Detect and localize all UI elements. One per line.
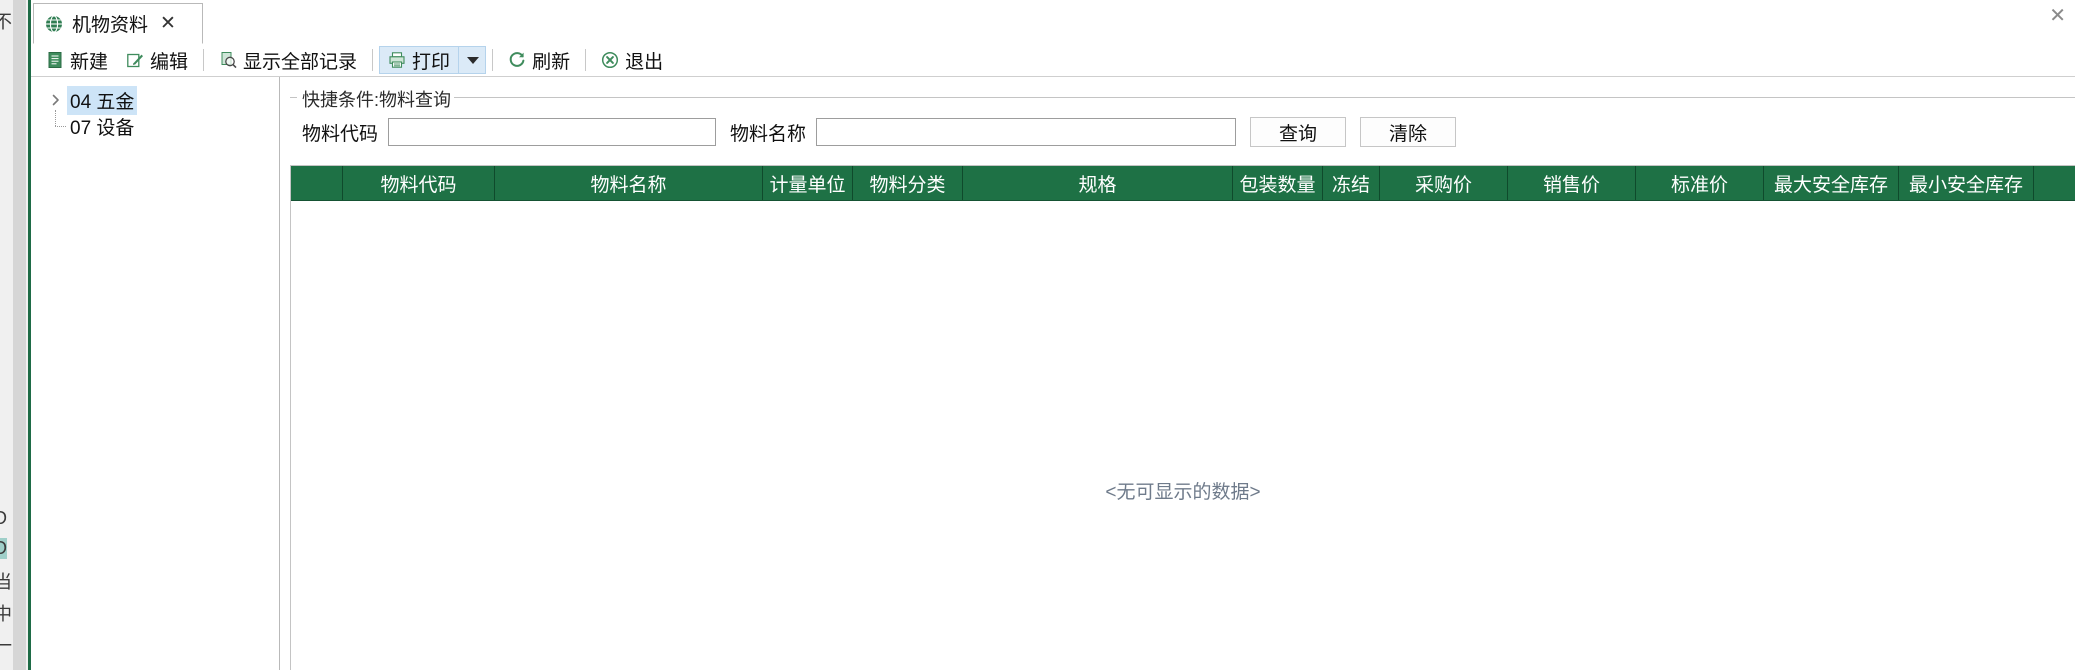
edit-button[interactable]: 编辑 — [117, 46, 197, 74]
magnifier-list-icon — [219, 51, 237, 69]
grid-column-header[interactable]: 最小安全库存 — [1899, 166, 2034, 200]
toolbar-separator — [585, 49, 587, 71]
toolbar-separator — [203, 49, 205, 71]
quick-filter-row: 物料代码 物料名称 查询 清除 — [302, 116, 2075, 148]
host-text-fragment: 不 — [0, 12, 12, 32]
application-window: 不|[DD当中一 机物资料 ✕ ✕ — [0, 0, 2075, 670]
grid-column-header[interactable]: 包装数量 — [1233, 166, 1323, 200]
material-grid: 物料代码 物料名称 计量单位 物料分类 规格 包装数量 冻结 采购价 销售价 标准价 最大安全库存最… — [290, 165, 2075, 670]
content-pane: 快捷条件:物料查询 物料代码 物料名称 查询 清除 物料代码 物料名称 计量单位 物料… — [280, 77, 2075, 670]
grid-column-header[interactable]: 冻结 — [1323, 166, 1380, 200]
material-code-input[interactable] — [388, 118, 717, 146]
category-tree: 04 五金 07 设备 — [31, 77, 279, 139]
grid-column-header[interactable]: 计量单位 — [763, 166, 853, 200]
globe-icon — [44, 14, 64, 34]
toolbar-separator — [492, 49, 494, 71]
grid-column-header[interactable]: 销售价 — [1508, 166, 1636, 200]
host-window-strip: 不|[DD当中一 — [0, 0, 28, 670]
groupbox-title: 快捷条件:物料查询 — [299, 86, 455, 112]
grid-column-header[interactable] — [291, 166, 343, 200]
exit-button-label: 退出 — [625, 51, 664, 73]
tree-item-label: 07 设备 — [70, 117, 135, 139]
print-button[interactable]: 打印 — [380, 46, 458, 74]
tab-close-icon[interactable]: ✕ — [160, 14, 176, 33]
tab-jiwuziliao[interactable]: 机物资料 ✕ — [33, 3, 203, 44]
grid-column-header[interactable]: 物料代码 — [343, 166, 495, 200]
grid-header-row: 物料代码 物料名称 计量单位 物料分类 规格 包装数量 冻结 采购价 销售价 标准价 最大安全库存最… — [291, 166, 2075, 201]
tab-label: 机物资料 — [72, 15, 149, 36]
refresh-button[interactable]: 刷新 — [499, 46, 579, 74]
new-button-label: 新建 — [70, 51, 109, 73]
print-button-label: 打印 — [412, 51, 451, 73]
chevron-right-icon[interactable] — [45, 87, 67, 113]
toolbar-separator — [372, 49, 374, 71]
new-document-icon — [46, 51, 64, 69]
groupbox-border-left — [290, 97, 297, 98]
host-scrollbar[interactable] — [13, 0, 26, 670]
material-code-label: 物料代码 — [302, 123, 379, 145]
refresh-button-label: 刷新 — [532, 51, 571, 73]
host-text-fragment: 中 — [0, 604, 12, 624]
new-button[interactable]: 新建 — [37, 46, 117, 74]
tree-item[interactable]: 07 设备 — [31, 110, 279, 139]
host-text-fragment: 一 — [0, 636, 12, 656]
print-split-button[interactable]: 打印 — [379, 46, 487, 74]
empty-state-message: <无可显示的数据> — [1105, 482, 1261, 503]
clear-button[interactable]: 清除 — [1360, 117, 1457, 147]
grid-column-header[interactable]: 物料分类 — [853, 166, 963, 200]
exit-button[interactable]: 退出 — [592, 46, 672, 74]
quick-filter-groupbox: 快捷条件:物料查询 物料代码 物料名称 查询 清除 — [290, 84, 2075, 156]
host-text-fragment: D — [0, 508, 7, 528]
tree-guide-line — [45, 110, 67, 139]
material-name-label: 物料名称 — [730, 123, 807, 145]
groupbox-border-right — [438, 97, 2075, 98]
grid-column-header[interactable]: 采购价 — [1380, 166, 1508, 200]
material-name-input[interactable] — [816, 118, 1237, 146]
pencil-edit-icon — [126, 51, 144, 69]
show-all-records-button[interactable]: 显示全部记录 — [210, 46, 366, 74]
show-all-records-label: 显示全部记录 — [243, 51, 358, 73]
host-text-fragment: D — [0, 538, 7, 559]
grid-body: <无可显示的数据> — [291, 201, 2075, 670]
toolbar: 新建 编辑 显示全部记录 打印 刷新 退出 — [31, 44, 2075, 77]
category-tree-pane: 04 五金 07 设备 — [31, 77, 280, 670]
query-button[interactable]: 查询 — [1250, 117, 1347, 147]
grid-column-header[interactable]: 最大安全库存 — [1764, 166, 1899, 200]
window-close-icon[interactable]: ✕ — [2049, 6, 2066, 26]
tree-item-label: 04 五金 — [67, 85, 138, 115]
tab-bar: 机物资料 ✕ ✕ — [31, 0, 2075, 45]
grid-column-header[interactable]: 标准价 — [1636, 166, 1764, 200]
print-dropdown-button[interactable] — [459, 47, 485, 73]
printer-icon — [388, 51, 406, 69]
host-text-fragment: 当 — [0, 572, 12, 592]
close-circle-icon — [601, 51, 619, 69]
edit-button-label: 编辑 — [150, 51, 189, 73]
refresh-icon — [508, 51, 526, 69]
grid-column-header[interactable]: 物料名称 — [495, 166, 763, 200]
tree-item[interactable]: 04 五金 — [31, 85, 279, 126]
grid-column-header[interactable]: 规格 — [963, 166, 1233, 200]
chevron-down-icon — [467, 56, 480, 64]
